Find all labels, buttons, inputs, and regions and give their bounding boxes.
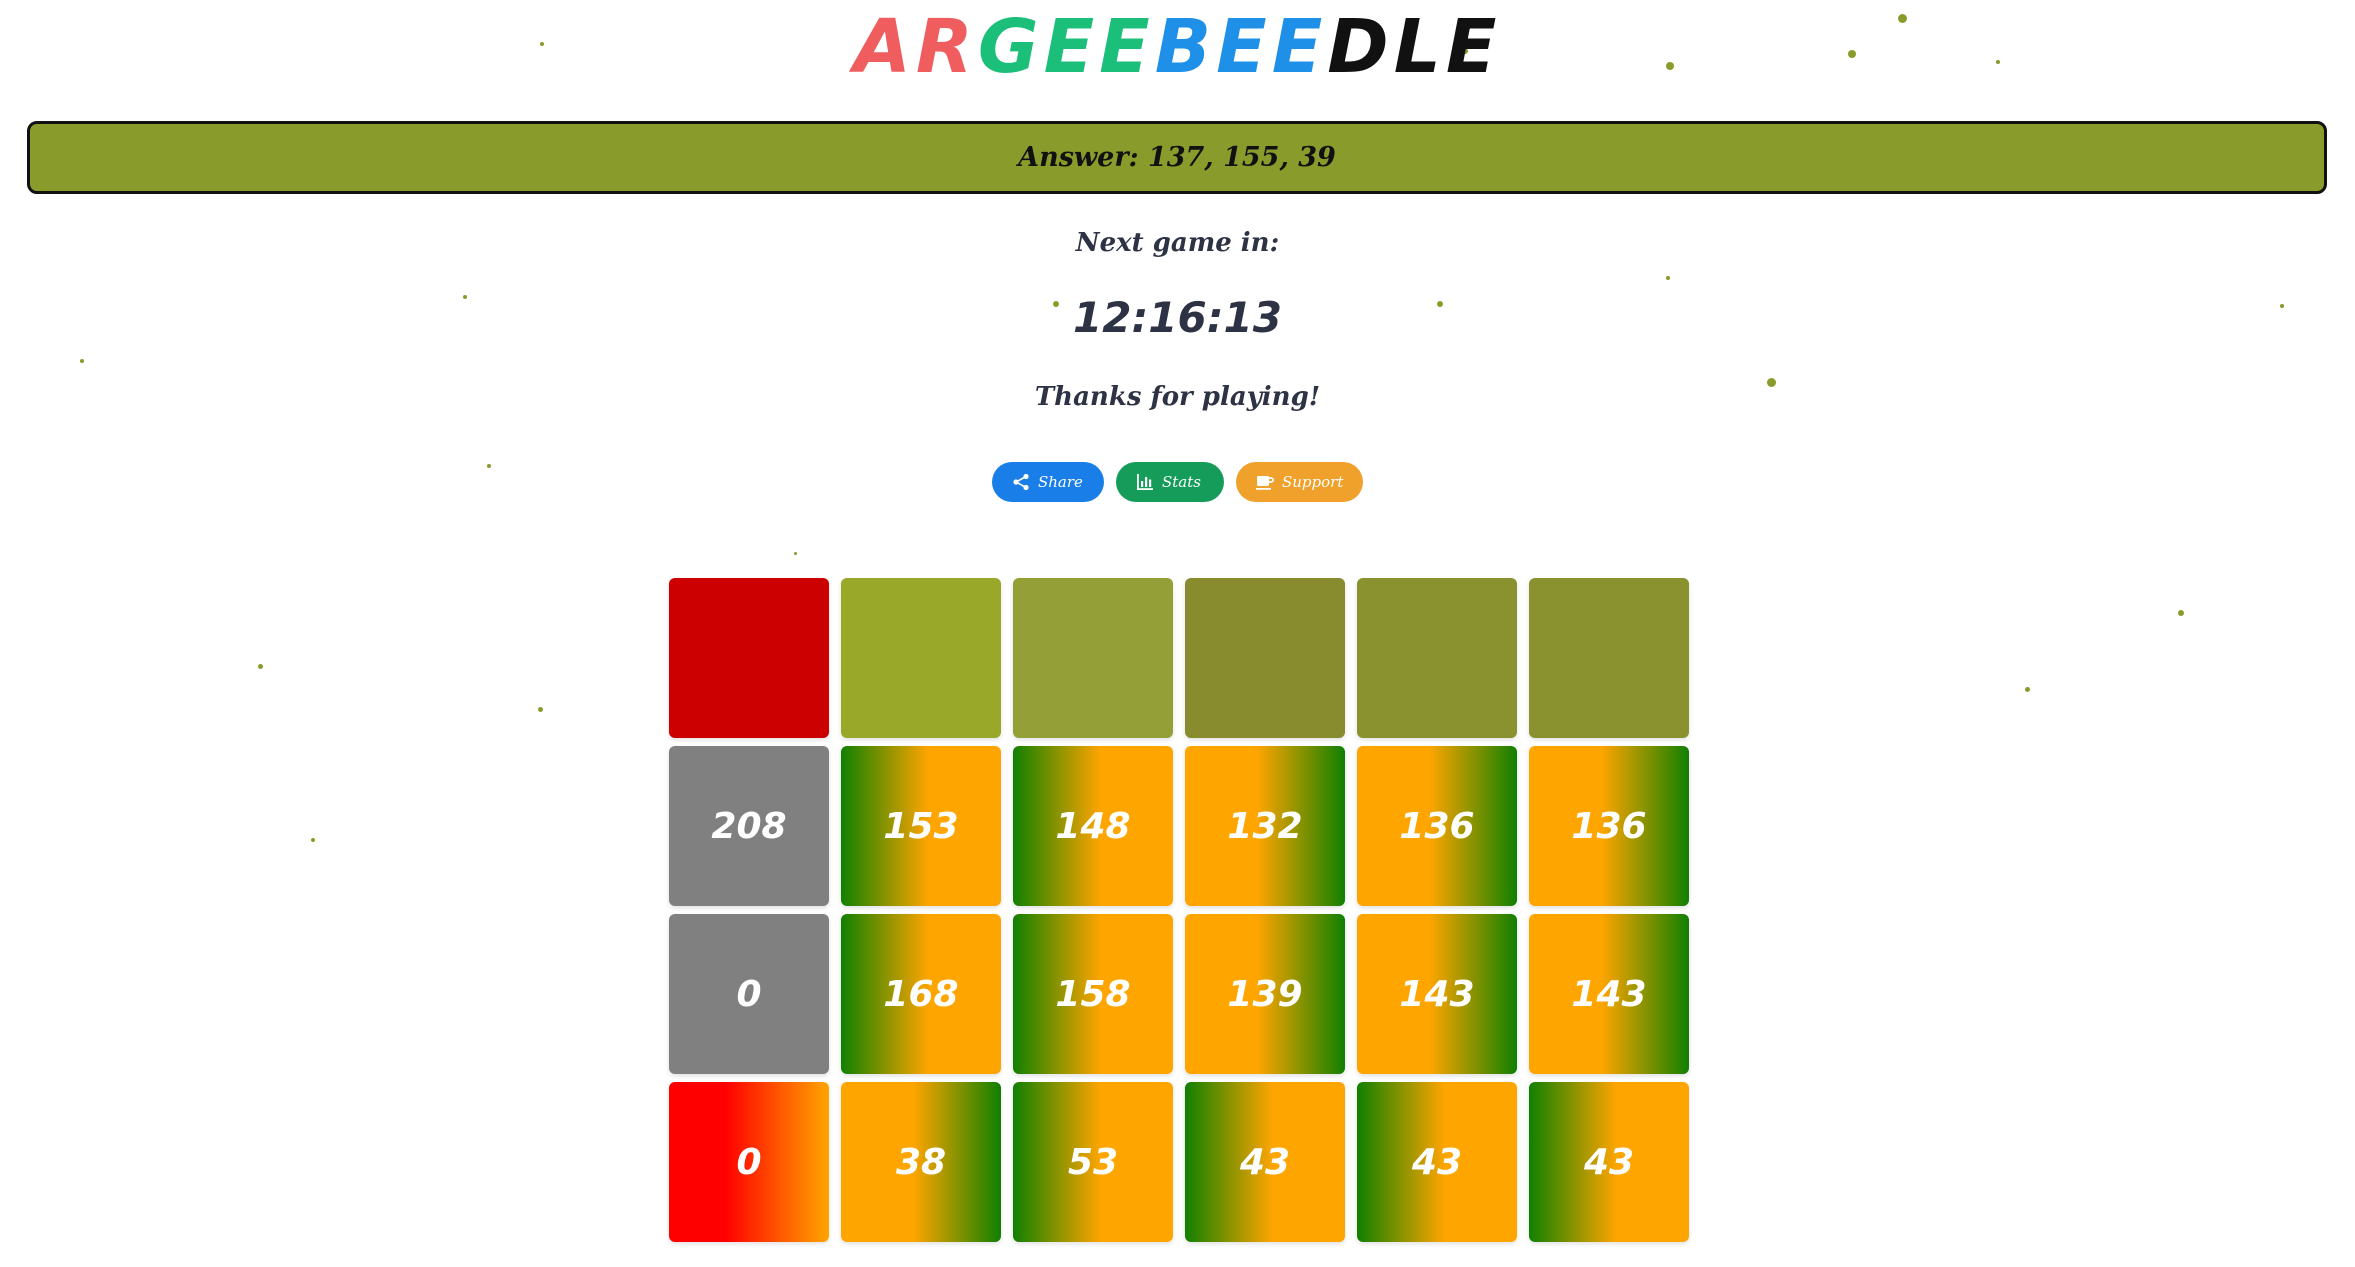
guess-color-swatch bbox=[669, 578, 829, 738]
action-buttons: Share Stats Support bbox=[0, 462, 2355, 502]
value-tile-blue: 43 bbox=[1357, 1082, 1517, 1242]
share-icon bbox=[1013, 473, 1029, 491]
title-letter: E bbox=[1099, 4, 1155, 90]
stats-label: Stats bbox=[1162, 473, 1201, 491]
value-tile-green: 143 bbox=[1529, 914, 1689, 1074]
guess-color-swatch bbox=[841, 578, 1001, 738]
answer-text: Answer: 137, 155, 39 bbox=[1018, 142, 1336, 173]
decor-dot bbox=[538, 707, 543, 712]
support-button[interactable]: Support bbox=[1236, 462, 1363, 502]
share-button[interactable]: Share bbox=[992, 462, 1104, 502]
decor-dot bbox=[794, 552, 797, 555]
value-tile-red: 132 bbox=[1185, 746, 1345, 906]
decor-dot bbox=[2178, 610, 2184, 616]
value-tile-blue: 43 bbox=[1185, 1082, 1345, 1242]
share-label: Share bbox=[1038, 473, 1083, 491]
next-game-label: Next game in: bbox=[1075, 228, 1280, 258]
game-title: ARGEEBEEDLE bbox=[0, 2, 2355, 92]
guess-color-swatch bbox=[1357, 578, 1517, 738]
value-tile-green: 168 bbox=[841, 914, 1001, 1074]
value-tile-green: 143 bbox=[1357, 914, 1517, 1074]
value-tile-blue: 0 bbox=[669, 1082, 829, 1242]
guess-color-swatch bbox=[1185, 578, 1345, 738]
value-tile-red: 136 bbox=[1357, 746, 1517, 906]
value-tile-blue: 43 bbox=[1529, 1082, 1689, 1242]
stats-button[interactable]: Stats bbox=[1116, 462, 1224, 502]
title-letter: E bbox=[1271, 4, 1328, 90]
title-letter: L bbox=[1393, 4, 1446, 90]
decor-dot bbox=[258, 664, 263, 669]
title-letter: E bbox=[1216, 4, 1272, 90]
guess-color-swatch bbox=[1529, 578, 1689, 738]
title-letter: B bbox=[1154, 4, 1217, 90]
value-tile-red: 208 bbox=[669, 746, 829, 906]
title-letter: D bbox=[1327, 4, 1394, 90]
decor-dot bbox=[311, 838, 315, 842]
answer-banner: Answer: 137, 155, 39 bbox=[27, 121, 2327, 194]
value-tile-blue: 38 bbox=[841, 1082, 1001, 1242]
value-tile-green: 139 bbox=[1185, 914, 1345, 1074]
guess-color-swatch bbox=[1013, 578, 1173, 738]
game-board: 208 153 148 132 136 136 0 168 158 139 143 143 0 38 53 4… bbox=[669, 578, 1689, 1242]
value-tile-blue: 53 bbox=[1013, 1082, 1173, 1242]
value-tile-red: 136 bbox=[1529, 746, 1689, 906]
title-letter: E bbox=[1043, 4, 1100, 90]
support-label: Support bbox=[1282, 473, 1344, 491]
bar-chart-icon bbox=[1137, 474, 1153, 490]
decor-dot bbox=[1666, 276, 1670, 280]
title-letter: G bbox=[977, 4, 1044, 90]
value-tile-red: 153 bbox=[841, 746, 1001, 906]
value-tile-green: 158 bbox=[1013, 914, 1173, 1074]
title-letter: R bbox=[915, 4, 978, 90]
title-letter: A bbox=[853, 4, 916, 90]
title-letter: E bbox=[1445, 4, 1502, 90]
value-tile-red: 148 bbox=[1013, 746, 1173, 906]
thanks-message: Thanks for playing! bbox=[1034, 382, 1321, 412]
countdown-timer: 12:16:13 bbox=[1073, 293, 1282, 342]
coffee-cup-icon bbox=[1256, 476, 1274, 490]
decor-dot bbox=[2025, 687, 2030, 692]
value-tile-green: 0 bbox=[669, 914, 829, 1074]
decor-dot bbox=[80, 359, 84, 363]
